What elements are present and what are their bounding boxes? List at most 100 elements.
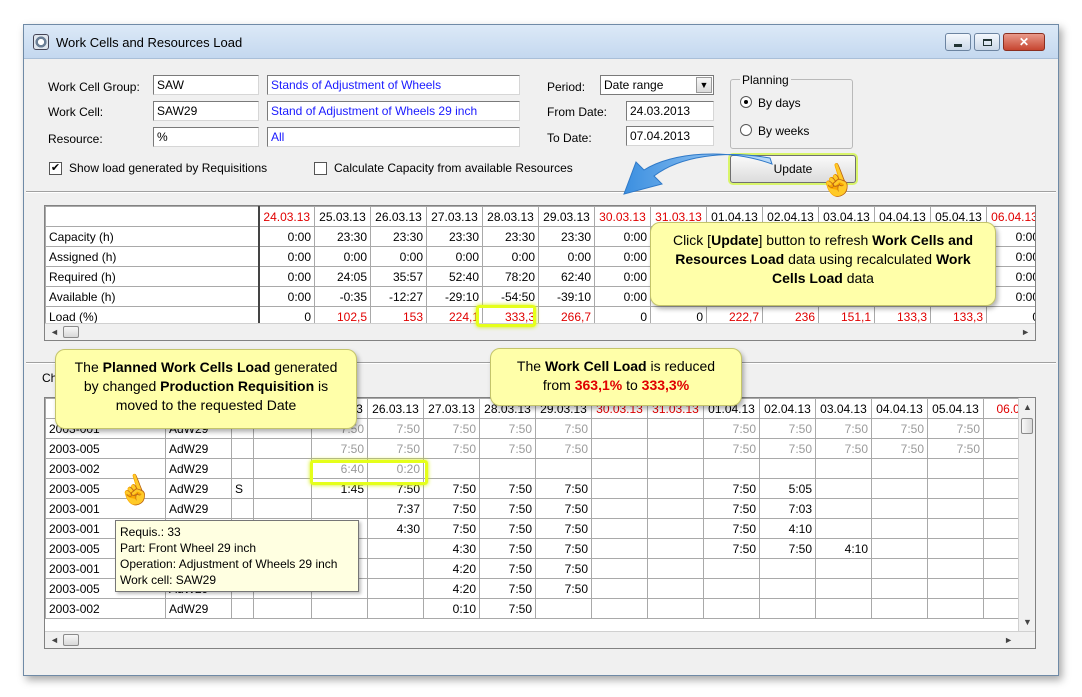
scroll-up-icon[interactable]: ▲	[1023, 402, 1032, 412]
hours-cell[interactable]: 4:20	[423, 578, 480, 599]
date-header[interactable]: 28.03.13	[482, 206, 539, 227]
title-bar[interactable]: Work Cells and Resources Load ✕	[24, 25, 1058, 59]
hours-cell[interactable]	[647, 578, 704, 599]
load-cell[interactable]: 35:57	[370, 266, 427, 287]
work-cell-name-field[interactable]: Stand of Adjustment of Wheels 29 inch	[267, 101, 520, 121]
close-button[interactable]: ✕	[1003, 33, 1045, 51]
hours-cell[interactable]	[871, 598, 928, 619]
load-cell[interactable]: 24:05	[314, 266, 371, 287]
load-cell[interactable]: 23:30	[426, 226, 483, 247]
work-cell-cell[interactable]: AdW29	[165, 498, 232, 519]
hours-cell[interactable]: 7:50	[759, 418, 816, 439]
load-grid-hscrollbar[interactable]: ◄ ►	[45, 323, 1035, 340]
hours-cell[interactable]	[815, 478, 872, 499]
resource-name-field[interactable]: All	[267, 127, 520, 147]
from-date-field[interactable]: 24.03.2013	[626, 101, 714, 121]
work-cell-cell[interactable]: AdW29	[165, 438, 232, 459]
hours-cell[interactable]: 7:50	[759, 438, 816, 459]
flag-cell[interactable]	[231, 438, 254, 459]
hours-cell[interactable]	[871, 498, 928, 519]
hours-cell[interactable]: 7:50	[423, 438, 480, 459]
hours-cell[interactable]	[591, 418, 648, 439]
hours-cell[interactable]: 4:20	[423, 558, 480, 579]
date-header[interactable]: 27.03.13	[426, 206, 483, 227]
hours-cell[interactable]	[927, 538, 984, 559]
hours-cell[interactable]: 7:50	[759, 538, 816, 559]
date-header[interactable]: 06.04.13	[986, 206, 1035, 227]
hours-cell[interactable]	[927, 478, 984, 499]
hours-cell[interactable]	[815, 498, 872, 519]
work-cell-group-code-field[interactable]: SAW	[153, 75, 259, 95]
date-header[interactable]: 26.03.13	[367, 398, 424, 419]
hours-cell[interactable]	[647, 598, 704, 619]
hours-cell[interactable]	[647, 478, 704, 499]
hours-cell[interactable]	[871, 458, 928, 479]
hours-cell[interactable]: 7:50	[311, 438, 368, 459]
hours-cell[interactable]: 7:50	[535, 498, 592, 519]
to-date-field[interactable]: 07.04.2013	[626, 126, 714, 146]
hours-cell[interactable]	[871, 518, 928, 539]
hours-cell[interactable]	[591, 518, 648, 539]
load-cell[interactable]: 23:30	[538, 226, 595, 247]
resource-code-field[interactable]: %	[153, 127, 259, 147]
load-cell[interactable]: -12:27	[370, 286, 427, 307]
hours-cell[interactable]: 7:50	[815, 438, 872, 459]
table-row[interactable]: 2003-001 AdW29 7:37 7:50 7:50 7:50 7:50 7:03	[45, 498, 1035, 519]
scroll-down-icon[interactable]: ▼	[1023, 617, 1032, 627]
load-cell[interactable]: 23:30	[482, 226, 539, 247]
date-header[interactable]: 04.04.13	[871, 398, 928, 419]
hours-cell[interactable]	[927, 578, 984, 599]
hours-cell[interactable]: 7:50	[535, 418, 592, 439]
calculate-capacity-checkbox[interactable]	[314, 162, 327, 175]
hours-cell[interactable]	[367, 598, 424, 619]
date-header[interactable]: 25.03.13	[314, 206, 371, 227]
hours-cell[interactable]: 7:50	[367, 438, 424, 459]
hours-cell[interactable]	[815, 458, 872, 479]
hours-cell[interactable]	[591, 478, 648, 499]
hours-cell[interactable]	[927, 598, 984, 619]
by-weeks-radio[interactable]	[740, 124, 752, 136]
scroll-right-icon[interactable]: ►	[1021, 327, 1030, 337]
hours-cell[interactable]: 7:50	[479, 538, 536, 559]
load-cell[interactable]: 0:00	[482, 246, 539, 267]
hours-cell[interactable]	[591, 438, 648, 459]
hours-cell[interactable]: 5:05	[759, 478, 816, 499]
hours-cell[interactable]: 7:50	[367, 418, 424, 439]
hours-cell[interactable]: 7:50	[703, 538, 760, 559]
flag-cell[interactable]	[231, 458, 254, 479]
hours-cell[interactable]: 7:50	[703, 518, 760, 539]
requisition-cell[interactable]: 2003-002	[45, 598, 166, 619]
minimize-button[interactable]	[945, 33, 971, 51]
flag-cell[interactable]: S	[231, 478, 254, 499]
hours-cell[interactable]: 7:50	[871, 418, 928, 439]
hours-cell[interactable]: 7:50	[423, 478, 480, 499]
work-cell-code-field[interactable]: SAW29	[153, 101, 259, 121]
hours-cell[interactable]	[703, 598, 760, 619]
hours-cell[interactable]: 7:50	[479, 418, 536, 439]
hours-cell[interactable]: 7:50	[815, 418, 872, 439]
hours-cell[interactable]	[871, 578, 928, 599]
hours-cell[interactable]: 7:50	[535, 518, 592, 539]
hours-cell[interactable]	[927, 458, 984, 479]
table-row[interactable]: 2003-005 AdW29 7:50 7:50 7:50 7:50 7:50 7:50 7:5…	[45, 438, 1035, 459]
hours-cell[interactable]: 7:50	[703, 418, 760, 439]
hours-cell[interactable]: 7:50	[479, 478, 536, 499]
work-cell-cell[interactable]: AdW29	[165, 458, 232, 479]
load-cell[interactable]: 0:00	[258, 286, 315, 307]
load-cell[interactable]: -39:10	[538, 286, 595, 307]
hours-cell[interactable]	[927, 518, 984, 539]
hours-cell[interactable]: 7:50	[423, 418, 480, 439]
hours-cell[interactable]	[535, 598, 592, 619]
load-cell[interactable]: 78:20	[482, 266, 539, 287]
hours-cell[interactable]	[311, 498, 368, 519]
hours-cell[interactable]	[591, 558, 648, 579]
hours-cell[interactable]	[759, 598, 816, 619]
load-cell[interactable]: 62:40	[538, 266, 595, 287]
load-cell[interactable]: 0:00	[370, 246, 427, 267]
date-header[interactable]: 29.03.13	[538, 206, 595, 227]
hours-cell[interactable]	[591, 538, 648, 559]
load-cell[interactable]: 0:00	[594, 246, 651, 267]
hours-cell[interactable]	[927, 558, 984, 579]
hours-cell[interactable]: 7:50	[703, 478, 760, 499]
req-grid-vscrollbar[interactable]: ▲ ▼	[1018, 398, 1035, 631]
